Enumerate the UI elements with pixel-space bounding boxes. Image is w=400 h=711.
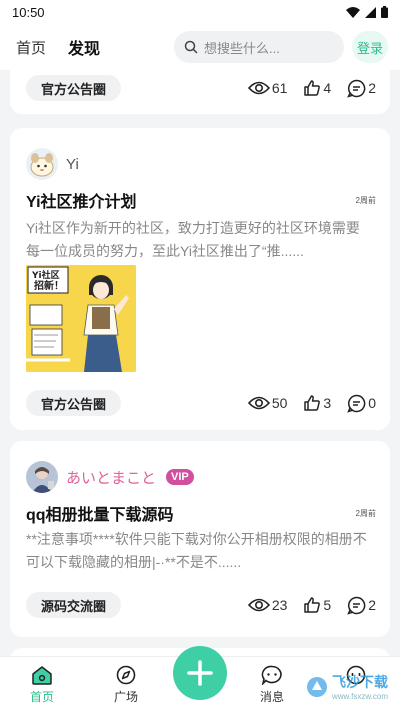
avatar[interactable] [26, 461, 58, 493]
category-tag[interactable]: 官方公告圈 [26, 75, 122, 101]
post-card[interactable]: あいとまこと VIP qq相册批量下载源码 2周前 **注意事项****软件只能… [10, 441, 390, 637]
login-button[interactable]: 登录 [352, 31, 388, 63]
comment-count-text: 0 [368, 395, 376, 411]
author-name[interactable]: Yi [66, 156, 79, 173]
nav-messages-label: 消息 [259, 690, 284, 704]
tab-discover[interactable]: 发现 [66, 35, 103, 59]
view-count: 23 [247, 597, 288, 613]
search-placeholder: 想搜些什么... [204, 40, 280, 56]
compass-icon [116, 665, 136, 685]
add-post-button[interactable] [173, 646, 227, 700]
post-time: 2周前 [355, 195, 376, 205]
post-footer: 官方公告圈 61 4 2 [26, 75, 376, 101]
comment-count-text: 2 [368, 597, 376, 613]
battery-icon [381, 6, 388, 18]
status-icons [346, 6, 388, 18]
comment-count-text: 2 [368, 80, 376, 96]
image-caption: 招新！ [34, 279, 64, 292]
search-input[interactable]: 想搜些什么... [174, 31, 344, 63]
post-author[interactable]: あいとまこと VIP [26, 461, 194, 493]
watermark-title: 飞沙下载 [332, 674, 388, 690]
post-image[interactable]: Yi社区 招新！ [26, 265, 136, 372]
like-count[interactable]: 5 [303, 596, 331, 614]
eye-icon [247, 81, 270, 95]
signal-icon [365, 6, 376, 18]
view-count-text: 23 [271, 597, 288, 613]
comment-count[interactable]: 2 [347, 596, 376, 615]
post-footer: 源码交流圈 23 5 2 [26, 592, 376, 618]
avatar[interactable] [26, 148, 58, 180]
eye-icon [247, 598, 270, 612]
post-card[interactable]: 官方公告圈 61 4 2 [10, 70, 390, 114]
post-author[interactable]: Yi [26, 148, 79, 180]
watermark-icon [307, 676, 327, 697]
view-count: 50 [247, 395, 288, 411]
comment-count[interactable]: 2 [347, 79, 376, 98]
nav-home[interactable]: 首页 [12, 665, 72, 705]
nav-messages[interactable]: 消息 [242, 665, 302, 705]
search-icon [184, 40, 198, 54]
status-time: 10:50 [12, 4, 45, 20]
post-title[interactable]: qq相册批量下载源码 [26, 501, 174, 525]
watermark-logo: 飞沙下载 www.fsxzw.com [306, 672, 388, 701]
like-count[interactable]: 4 [303, 79, 331, 97]
thumbs-up-icon [304, 597, 321, 613]
comment-count[interactable]: 0 [347, 394, 376, 413]
comment-icon [347, 79, 366, 98]
tab-home[interactable]: 首页 [16, 37, 46, 58]
plus-icon [187, 660, 213, 686]
like-count-text: 5 [323, 597, 332, 613]
post-title[interactable]: Yi社区推介计划 [26, 188, 137, 212]
post-card[interactable]: Yi Yi社区推介计划 2周前 Yi社区作为新开的社区，致力打造更好的社区环境需… [10, 128, 390, 430]
like-count-text: 3 [323, 395, 332, 411]
category-tag[interactable]: 源码交流圈 [26, 592, 122, 618]
post-excerpt[interactable]: **注意事项****软件只能下载对你公开相册权限的相册不可以下载隐藏的相册|-·… [26, 528, 372, 574]
comment-icon [347, 394, 366, 413]
home-icon [32, 666, 52, 685]
chat-icon [261, 665, 282, 685]
post-feed[interactable]: 官方公告圈 61 4 2 Yi Yi社区推介计划 2周前 Yi社区作为新开的社区… [0, 70, 400, 656]
image-caption: Yi社区 [31, 269, 60, 281]
post-excerpt[interactable]: Yi社区作为新开的社区，致力打造更好的社区环境需要每一位成员的努力，至此Yi社区… [26, 217, 372, 263]
top-header: 首页 发现 想搜些什么... 登录 [0, 24, 400, 70]
post-time: 2周前 [355, 508, 376, 518]
author-name[interactable]: あいとまこと [66, 467, 156, 488]
vip-badge: VIP [166, 469, 194, 485]
thumbs-up-icon [304, 395, 321, 411]
status-bar: 10:50 [0, 0, 400, 24]
post-footer: 官方公告圈 50 3 0 [26, 390, 376, 416]
nav-square-label: 广场 [113, 690, 138, 704]
view-count-text: 61 [271, 80, 288, 96]
wifi-icon [346, 6, 360, 18]
like-count[interactable]: 3 [303, 394, 331, 412]
comment-icon [347, 596, 366, 615]
like-count-text: 4 [323, 80, 332, 96]
eye-icon [247, 396, 270, 410]
nav-square[interactable]: 广场 [96, 665, 156, 705]
thumbs-up-icon [304, 80, 321, 96]
view-count: 61 [247, 80, 288, 96]
category-tag[interactable]: 官方公告圈 [26, 390, 122, 416]
watermark-subtitle: www.fsxzw.com [332, 692, 389, 701]
view-count-text: 50 [271, 395, 288, 411]
nav-home-label: 首页 [29, 690, 54, 704]
